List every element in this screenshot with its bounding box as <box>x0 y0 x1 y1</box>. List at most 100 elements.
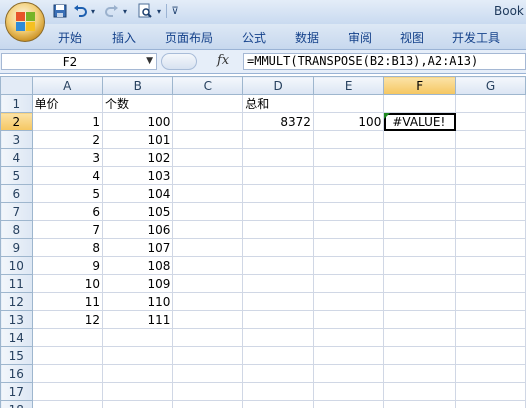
cell-c12[interactable] <box>172 292 244 311</box>
cell-c3[interactable] <box>172 130 244 149</box>
cell-b9[interactable]: 107 <box>101 238 174 257</box>
print-preview-dropdown-icon[interactable]: ▾ <box>155 3 163 19</box>
cell-d4[interactable] <box>242 148 314 167</box>
cell-c5[interactable] <box>172 166 244 185</box>
cell-e11[interactable] <box>312 274 385 293</box>
cell-g14[interactable] <box>455 328 526 347</box>
cell-c14[interactable] <box>172 328 244 347</box>
column-header-a[interactable]: A <box>31 76 103 95</box>
redo-dropdown-icon[interactable]: ▾ <box>121 3 129 19</box>
cell-g12[interactable] <box>455 292 526 311</box>
cell-d14[interactable] <box>242 328 314 347</box>
column-header-b[interactable]: B <box>101 76 174 95</box>
cell-b14[interactable] <box>101 328 174 347</box>
print-preview-icon[interactable] <box>136 3 154 19</box>
row-header[interactable]: 5 <box>0 166 33 185</box>
cell-a12[interactable]: 11 <box>31 292 103 311</box>
row-header[interactable]: 13 <box>0 310 33 329</box>
row-header[interactable]: 10 <box>0 256 33 275</box>
column-header-f[interactable]: F <box>383 76 457 95</box>
cell-g13[interactable] <box>455 310 526 329</box>
cell-a6[interactable]: 5 <box>31 184 103 203</box>
name-box[interactable]: F2 ▼ <box>1 53 157 70</box>
cell-c8[interactable] <box>172 220 244 239</box>
cell-d9[interactable] <box>242 238 314 257</box>
cell-a1[interactable]: 单价 <box>31 94 103 113</box>
cell-b16[interactable] <box>101 364 174 383</box>
name-box-dropdown-icon[interactable]: ▼ <box>146 56 153 66</box>
cell-e12[interactable] <box>312 292 385 311</box>
cell-c15[interactable] <box>172 346 244 365</box>
cell-d11[interactable] <box>242 274 314 293</box>
select-all-corner[interactable] <box>0 76 33 95</box>
row-header[interactable]: 9 <box>0 238 33 257</box>
row-header[interactable]: 11 <box>0 274 33 293</box>
cell-f6[interactable] <box>383 184 457 203</box>
cell-b3[interactable]: 101 <box>101 130 174 149</box>
cell-c1[interactable] <box>172 94 244 113</box>
row-header[interactable]: 14 <box>0 328 33 347</box>
tab-review[interactable]: 审阅 <box>348 29 372 46</box>
tab-developer[interactable]: 开发工具 <box>452 29 500 46</box>
cell-d5[interactable] <box>242 166 314 185</box>
formula-bar-resize-handle[interactable] <box>161 53 197 70</box>
cell-f12[interactable] <box>383 292 457 311</box>
cell-f4[interactable] <box>383 148 457 167</box>
cell-c6[interactable] <box>172 184 244 203</box>
cell-c4[interactable] <box>172 148 244 167</box>
cell-d18[interactable] <box>242 400 314 408</box>
cell-e9[interactable] <box>312 238 385 257</box>
cell-d17[interactable] <box>242 382 314 401</box>
cell-b8[interactable]: 106 <box>101 220 174 239</box>
tab-data[interactable]: 数据 <box>295 29 319 46</box>
cell-g5[interactable] <box>455 166 526 185</box>
cell-a3[interactable]: 2 <box>31 130 103 149</box>
row-header[interactable]: 1 <box>0 94 33 113</box>
cell-c18[interactable] <box>172 400 244 408</box>
cell-g11[interactable] <box>455 274 526 293</box>
cell-g9[interactable] <box>455 238 526 257</box>
cell-g4[interactable] <box>455 148 526 167</box>
cell-e15[interactable] <box>312 346 385 365</box>
cell-g1[interactable] <box>455 94 526 113</box>
cell-f7[interactable] <box>383 202 457 221</box>
cell-f16[interactable] <box>383 364 457 383</box>
cell-e5[interactable] <box>312 166 385 185</box>
cell-c10[interactable] <box>172 256 244 275</box>
cell-a7[interactable]: 6 <box>31 202 103 221</box>
cell-a5[interactable]: 4 <box>31 166 103 185</box>
cell-g15[interactable] <box>455 346 526 365</box>
cell-g10[interactable] <box>455 256 526 275</box>
cell-a18[interactable] <box>31 400 103 408</box>
cell-d2[interactable]: 8372 <box>242 112 314 131</box>
column-header-g[interactable]: G <box>455 76 526 95</box>
cell-d12[interactable] <box>242 292 314 311</box>
cell-e18[interactable] <box>312 400 385 408</box>
cell-f13[interactable] <box>383 310 457 329</box>
cell-c2[interactable] <box>172 112 244 131</box>
insert-function-icon[interactable]: fx <box>217 53 229 68</box>
tab-home[interactable]: 开始 <box>58 29 82 46</box>
cell-e3[interactable] <box>312 130 385 149</box>
tab-view[interactable]: 视图 <box>400 29 424 46</box>
cell-b1[interactable]: 个数 <box>101 94 174 113</box>
cell-g2[interactable] <box>455 112 526 131</box>
cell-d13[interactable] <box>242 310 314 329</box>
cell-b13[interactable]: 111 <box>101 310 174 329</box>
cell-f18[interactable] <box>383 400 457 408</box>
cell-d6[interactable] <box>242 184 314 203</box>
cell-e6[interactable] <box>312 184 385 203</box>
cell-f9[interactable] <box>383 238 457 257</box>
cell-b6[interactable]: 104 <box>101 184 174 203</box>
cell-b4[interactable]: 102 <box>101 148 174 167</box>
save-icon[interactable] <box>52 3 68 19</box>
row-header[interactable]: 7 <box>0 202 33 221</box>
cell-f1[interactable] <box>383 94 457 113</box>
formula-input[interactable]: =MMULT(TRANSPOSE(B2:B13),A2:A13) <box>243 53 526 70</box>
column-header-e[interactable]: E <box>312 76 385 95</box>
row-header[interactable]: 2 <box>0 112 33 131</box>
cell-c11[interactable] <box>172 274 244 293</box>
cell-a9[interactable]: 8 <box>31 238 103 257</box>
cell-e14[interactable] <box>312 328 385 347</box>
cell-a8[interactable]: 7 <box>31 220 103 239</box>
